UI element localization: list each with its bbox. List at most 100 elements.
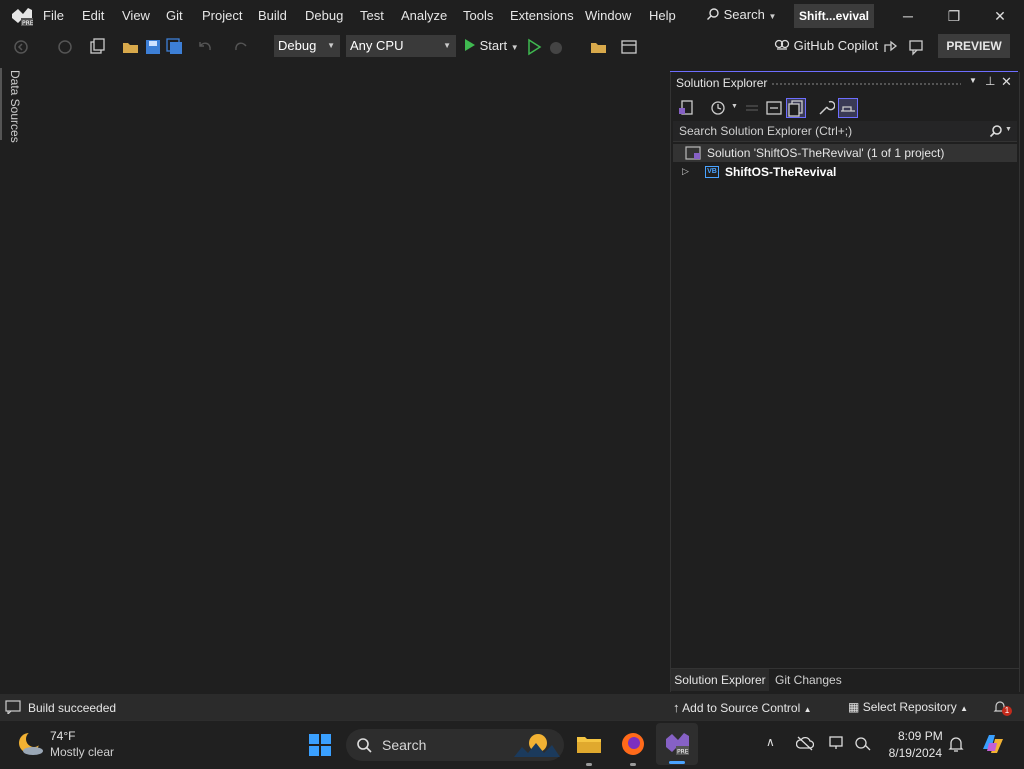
menu-window[interactable]: Window [585, 8, 631, 23]
taskbar-clock-time[interactable]: 8:09 PM [898, 729, 943, 743]
data-sources-tab[interactable]: Data Sources [5, 70, 22, 150]
github-copilot-button[interactable]: GitHub Copilot [774, 38, 878, 53]
show-all-files-icon[interactable] [786, 98, 806, 118]
visual-studio-taskbar-button[interactable]: PRE [656, 723, 698, 765]
start-debugging-button[interactable]: Start ▼ [464, 38, 519, 56]
notifications-button[interactable]: 1 [992, 699, 1016, 717]
collapse-all-icon[interactable] [765, 99, 783, 117]
window-position-dropdown-icon[interactable]: ▼ [969, 76, 977, 85]
solution-platform-select[interactable]: Any CPU ▼ [346, 35, 456, 57]
firefox-icon[interactable] [620, 731, 646, 757]
play-icon [465, 39, 475, 51]
active-app-indicator [669, 761, 685, 764]
feature-search-label: Search [723, 7, 765, 22]
tab-solution-explorer[interactable]: Solution Explorer [671, 669, 769, 691]
network-icon[interactable] [854, 734, 872, 752]
search-icon[interactable] [989, 124, 1003, 138]
sync-active-document-icon[interactable] [743, 99, 761, 117]
running-app-indicator [630, 763, 636, 766]
preview-badge[interactable]: PREVIEW [938, 34, 1010, 58]
taskbar-search-box[interactable]: Search [346, 729, 564, 761]
left-dock-strip [0, 64, 26, 694]
pending-changes-filter-icon[interactable] [709, 99, 727, 117]
minimize-button[interactable]: ─ [888, 4, 928, 28]
vb-project-icon: VB [705, 166, 719, 178]
search-options-chevron-icon[interactable]: ▼ [1005, 126, 1012, 133]
close-panel-icon[interactable]: ✕ [1001, 74, 1012, 90]
standard-toolbar: Debug ▼ Any CPU ▼ Start ▼ GitHub Copilot… [0, 32, 1024, 62]
navigate-forward-icon[interactable] [56, 38, 74, 56]
chevron-down-icon: ▼ [327, 41, 335, 50]
solution-name-badge[interactable]: Shift...evival [794, 4, 874, 28]
weather-moon-icon[interactable] [16, 729, 44, 757]
save-icon[interactable] [144, 38, 162, 56]
undo-icon[interactable] [196, 38, 214, 56]
close-button[interactable]: ✕ [980, 4, 1020, 28]
show-hidden-icons-chevron-icon[interactable]: ∧ [766, 735, 775, 749]
start-without-debugging-icon[interactable] [525, 38, 543, 56]
display-icon[interactable] [828, 734, 846, 752]
menu-edit[interactable]: Edit [82, 8, 104, 23]
hot-reload-icon[interactable] [548, 38, 566, 56]
menu-extensions[interactable]: Extensions [510, 8, 574, 23]
feature-search-button[interactable]: Search ▼ [706, 7, 776, 25]
redo-icon[interactable] [232, 38, 250, 56]
expand-chevron-icon[interactable]: ▷ [682, 166, 689, 177]
solution-configuration-select[interactable]: Debug ▼ [274, 35, 340, 57]
folder-view-icon[interactable] [590, 38, 608, 56]
copilot-app-icon[interactable] [980, 731, 1006, 757]
menu-git[interactable]: Git [166, 8, 183, 23]
status-message: Build succeeded [28, 701, 117, 715]
chevron-down-icon[interactable]: ▼ [731, 103, 738, 110]
switch-views-icon[interactable] [677, 99, 695, 117]
solution-explorer-search[interactable]: Search Solution Explorer (Ctrl+;) ▼ [673, 121, 1017, 142]
windows-taskbar: 74°F Mostly clear Search PRE ∧ 8:09 PM 8… [0, 720, 1024, 769]
chevron-down-icon: ▼ [510, 43, 519, 52]
preview-selected-items-icon[interactable] [838, 98, 858, 118]
open-folder-icon[interactable] [122, 38, 140, 56]
file-explorer-icon[interactable] [576, 731, 602, 757]
platform-value: Any CPU [350, 38, 404, 53]
properties-wrench-icon[interactable] [817, 99, 835, 117]
restore-button[interactable]: ❐ [934, 4, 974, 28]
new-project-icon[interactable] [88, 38, 106, 56]
output-icon[interactable] [5, 700, 21, 714]
windows-start-icon[interactable] [308, 733, 332, 757]
taskbar-clock-date[interactable]: 8/19/2024 [884, 746, 942, 760]
tab-git-changes[interactable]: Git Changes [775, 669, 842, 691]
chevron-down-icon: ▼ [443, 41, 451, 50]
layout-icon[interactable] [620, 38, 638, 56]
configuration-value: Debug [278, 38, 317, 53]
pin-icon[interactable]: ⊥ [985, 74, 995, 88]
add-to-source-control-button[interactable]: ↑ Add to Source Control ▲ [673, 700, 812, 715]
cloud-offline-icon[interactable] [796, 735, 814, 751]
start-label: Start [479, 38, 508, 53]
weather-temperature: 74°F [50, 729, 76, 743]
data-sources-label: Data Sources [8, 70, 22, 143]
menu-file[interactable]: File [43, 8, 64, 23]
menu-view[interactable]: View [122, 8, 150, 23]
tree-item-solution[interactable]: Solution 'ShiftOS-TheRevival' (1 of 1 pr… [673, 144, 1017, 162]
repository-label: Select Repository [862, 700, 957, 714]
menu-tools[interactable]: Tools [463, 8, 493, 23]
visual-studio-logo-icon[interactable]: PRE [11, 6, 33, 26]
solution-explorer-search-input[interactable]: Search Solution Explorer (Ctrl+;) [679, 124, 852, 138]
search-highlight-landscape-icon [514, 734, 560, 757]
minimize-icon: ─ [903, 8, 913, 24]
save-all-icon[interactable] [166, 38, 184, 56]
notification-count-badge: 1 [1002, 706, 1012, 716]
tree-item-project[interactable]: ▷ VB ShiftOS-TheRevival [673, 164, 1017, 182]
menu-help[interactable]: Help [649, 8, 676, 23]
select-repository-button[interactable]: ▦ Select Repository ▲ [848, 700, 968, 714]
share-icon[interactable] [882, 38, 900, 56]
menu-analyze[interactable]: Analyze [401, 8, 447, 23]
feedback-icon[interactable] [908, 38, 926, 56]
notification-bell-icon[interactable] [948, 735, 964, 753]
menu-debug[interactable]: Debug [305, 8, 343, 23]
navigate-backward-icon[interactable] [12, 38, 30, 56]
menu-build[interactable]: Build [258, 8, 287, 23]
drag-grip[interactable] [771, 82, 961, 86]
menu-test[interactable]: Test [360, 8, 384, 23]
source-control-label: Add to Source Control [682, 701, 801, 715]
menu-project[interactable]: Project [202, 8, 242, 23]
